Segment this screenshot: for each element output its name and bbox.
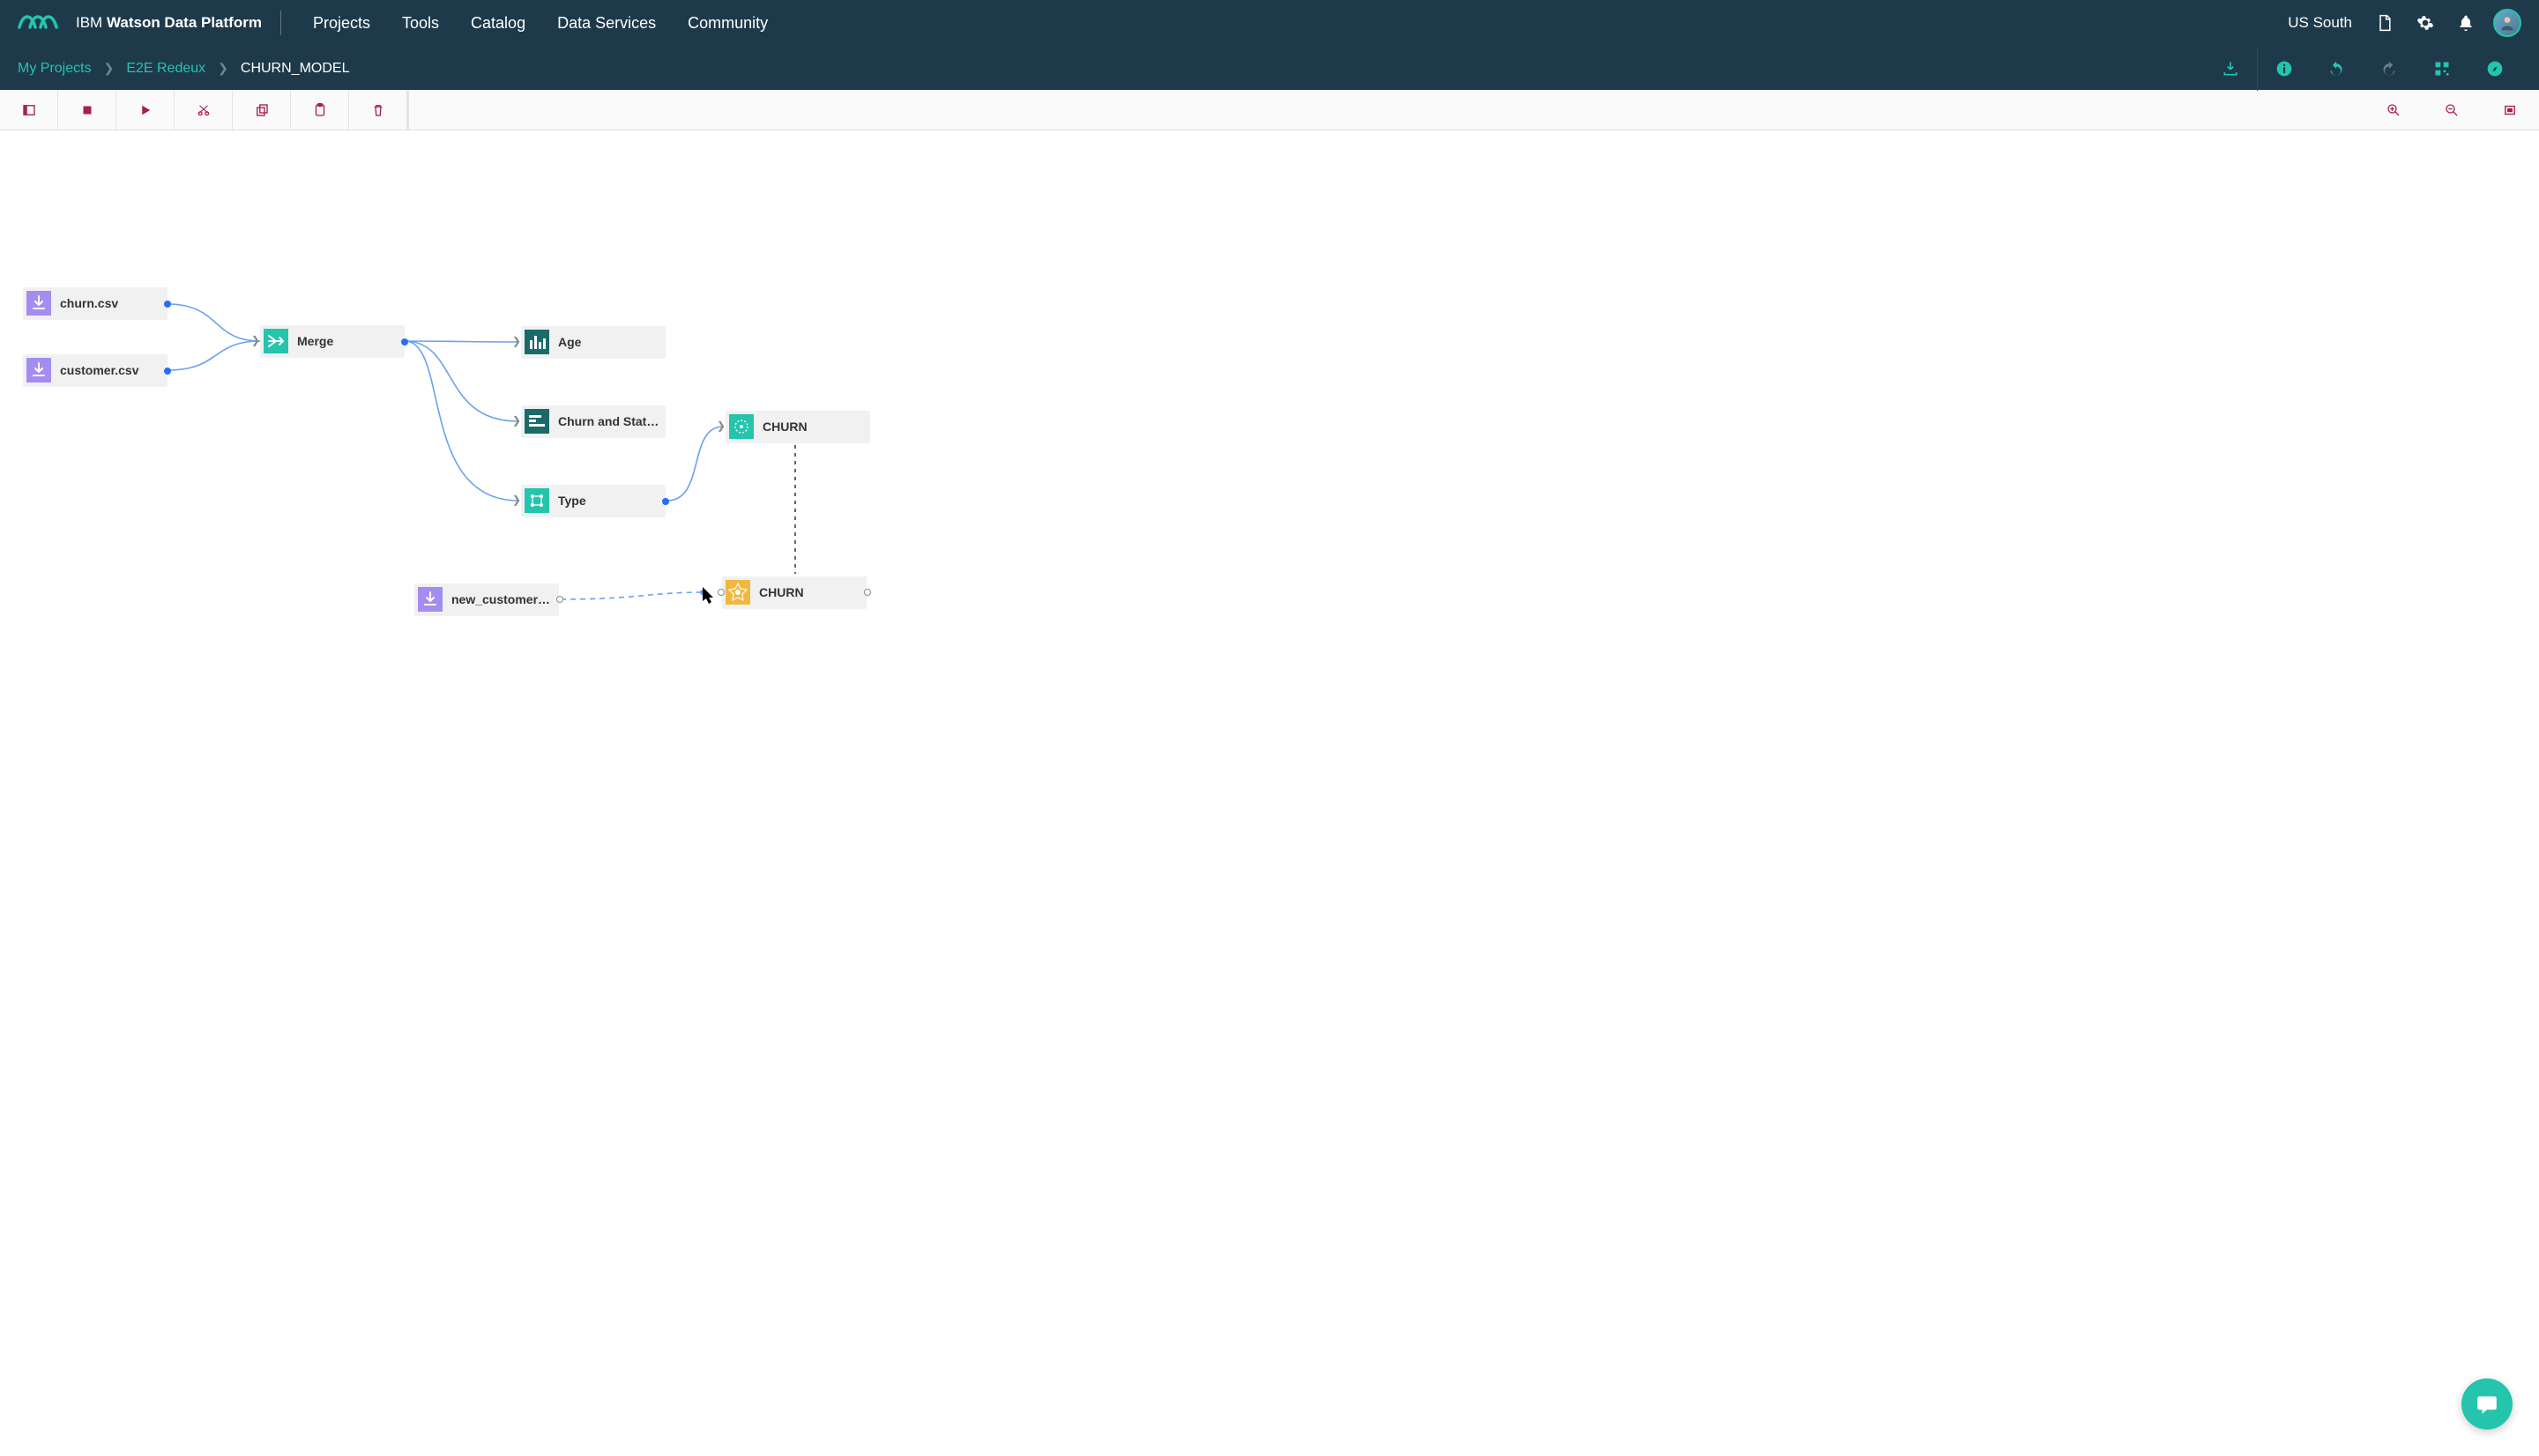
node-customer-csv[interactable]: customer.csv	[23, 354, 168, 386]
download-icon[interactable]	[2204, 47, 2257, 91]
node-churn-model[interactable]: ❯ CHURN	[726, 411, 870, 442]
palette-toggle-icon[interactable]	[0, 90, 58, 130]
watson-logo-icon	[18, 10, 60, 37]
chevron-right-icon: ❯	[512, 414, 521, 427]
import-icon	[26, 291, 51, 316]
merge-icon	[264, 329, 288, 353]
nav-projects[interactable]: Projects	[297, 14, 386, 33]
node-label: churn.csv	[60, 296, 118, 310]
nav-data-services[interactable]: Data Services	[541, 14, 672, 33]
nav-tools[interactable]: Tools	[386, 14, 455, 33]
fit-to-screen-button[interactable]	[2481, 90, 2539, 130]
node-label: customer.csv	[60, 363, 139, 377]
flow-canvas[interactable]: churn.csv customer.csv ❯ Merge ❯ Age ❯ C…	[0, 130, 2539, 1456]
histogram-icon	[525, 330, 549, 354]
predict-icon	[726, 580, 750, 605]
file-icon[interactable]	[2364, 14, 2405, 32]
output-port[interactable]	[864, 589, 871, 596]
node-merge[interactable]: ❯ Merge	[260, 325, 405, 357]
output-port[interactable]	[164, 301, 171, 308]
breadcrumb-bar: My Projects ❯ E2E Redeux ❯ CHURN_MODEL	[0, 46, 2539, 90]
node-label: Type	[558, 494, 586, 508]
copy-button[interactable]	[233, 90, 291, 130]
node-label: new_customer_...	[451, 592, 554, 606]
node-age[interactable]: ❯ Age	[521, 326, 666, 358]
compass-icon[interactable]	[2468, 47, 2521, 91]
help-chat-button[interactable]	[2461, 1378, 2513, 1430]
node-label: CHURN	[759, 585, 804, 599]
gear-icon[interactable]	[2405, 14, 2446, 32]
paste-button[interactable]	[291, 90, 349, 130]
model-icon	[729, 414, 754, 439]
breadcrumb-my-projects[interactable]: My Projects	[18, 61, 92, 77]
input-port[interactable]	[718, 589, 725, 596]
node-churn-predict[interactable]: CHURN	[722, 576, 867, 608]
chevron-right-icon: ❯	[92, 61, 127, 76]
zoom-in-button[interactable]	[2364, 90, 2423, 130]
node-label: Merge	[297, 334, 333, 348]
chevron-right-icon: ❯	[251, 334, 260, 346]
node-label: Churn and Status	[558, 414, 660, 428]
node-new-customer[interactable]: new_customer_...	[414, 583, 559, 615]
node-type[interactable]: ❯ Type	[521, 485, 666, 516]
chevron-right-icon: ❯	[205, 61, 241, 76]
distribution-icon	[525, 409, 549, 434]
top-navigation: IBM Watson Data Platform Projects Tools …	[0, 0, 2539, 46]
cursor-icon	[703, 587, 715, 605]
chevron-right-icon: ❯	[512, 335, 521, 347]
redo-icon[interactable]	[2363, 47, 2416, 91]
output-port[interactable]	[164, 368, 171, 375]
info-icon[interactable]	[2257, 47, 2310, 91]
region-selector[interactable]: US South	[2275, 14, 2364, 32]
node-churn-and-status[interactable]: ❯ Churn and Status	[521, 405, 666, 437]
breadcrumb-e2e-redeux[interactable]: E2E Redeux	[126, 61, 205, 77]
canvas-toolbar	[0, 90, 2539, 130]
bell-icon[interactable]	[2446, 14, 2486, 32]
node-label: CHURN	[763, 420, 808, 434]
output-port[interactable]	[662, 498, 669, 505]
play-button[interactable]	[116, 90, 175, 130]
output-port[interactable]	[401, 338, 408, 345]
user-avatar[interactable]	[2493, 9, 2521, 37]
undo-icon[interactable]	[2310, 47, 2363, 91]
import-icon	[418, 587, 443, 612]
node-label: Age	[558, 335, 581, 349]
brand-text: IBM Watson Data Platform	[76, 14, 262, 32]
cut-button[interactable]	[175, 90, 233, 130]
nav-community[interactable]: Community	[672, 14, 784, 33]
import-icon	[26, 358, 51, 383]
type-icon	[525, 488, 549, 513]
breadcrumb-current: CHURN_MODEL	[241, 61, 350, 77]
chevron-right-icon: ❯	[512, 494, 521, 506]
nav-divider	[280, 11, 281, 35]
stop-button[interactable]	[58, 90, 116, 130]
nav-catalog[interactable]: Catalog	[455, 14, 541, 33]
zoom-out-button[interactable]	[2423, 90, 2481, 130]
layout-icon[interactable]	[2416, 47, 2468, 91]
chevron-right-icon: ❯	[717, 420, 726, 432]
node-churn-csv[interactable]: churn.csv	[23, 287, 168, 319]
output-port[interactable]	[556, 596, 563, 603]
delete-button[interactable]	[349, 90, 407, 130]
